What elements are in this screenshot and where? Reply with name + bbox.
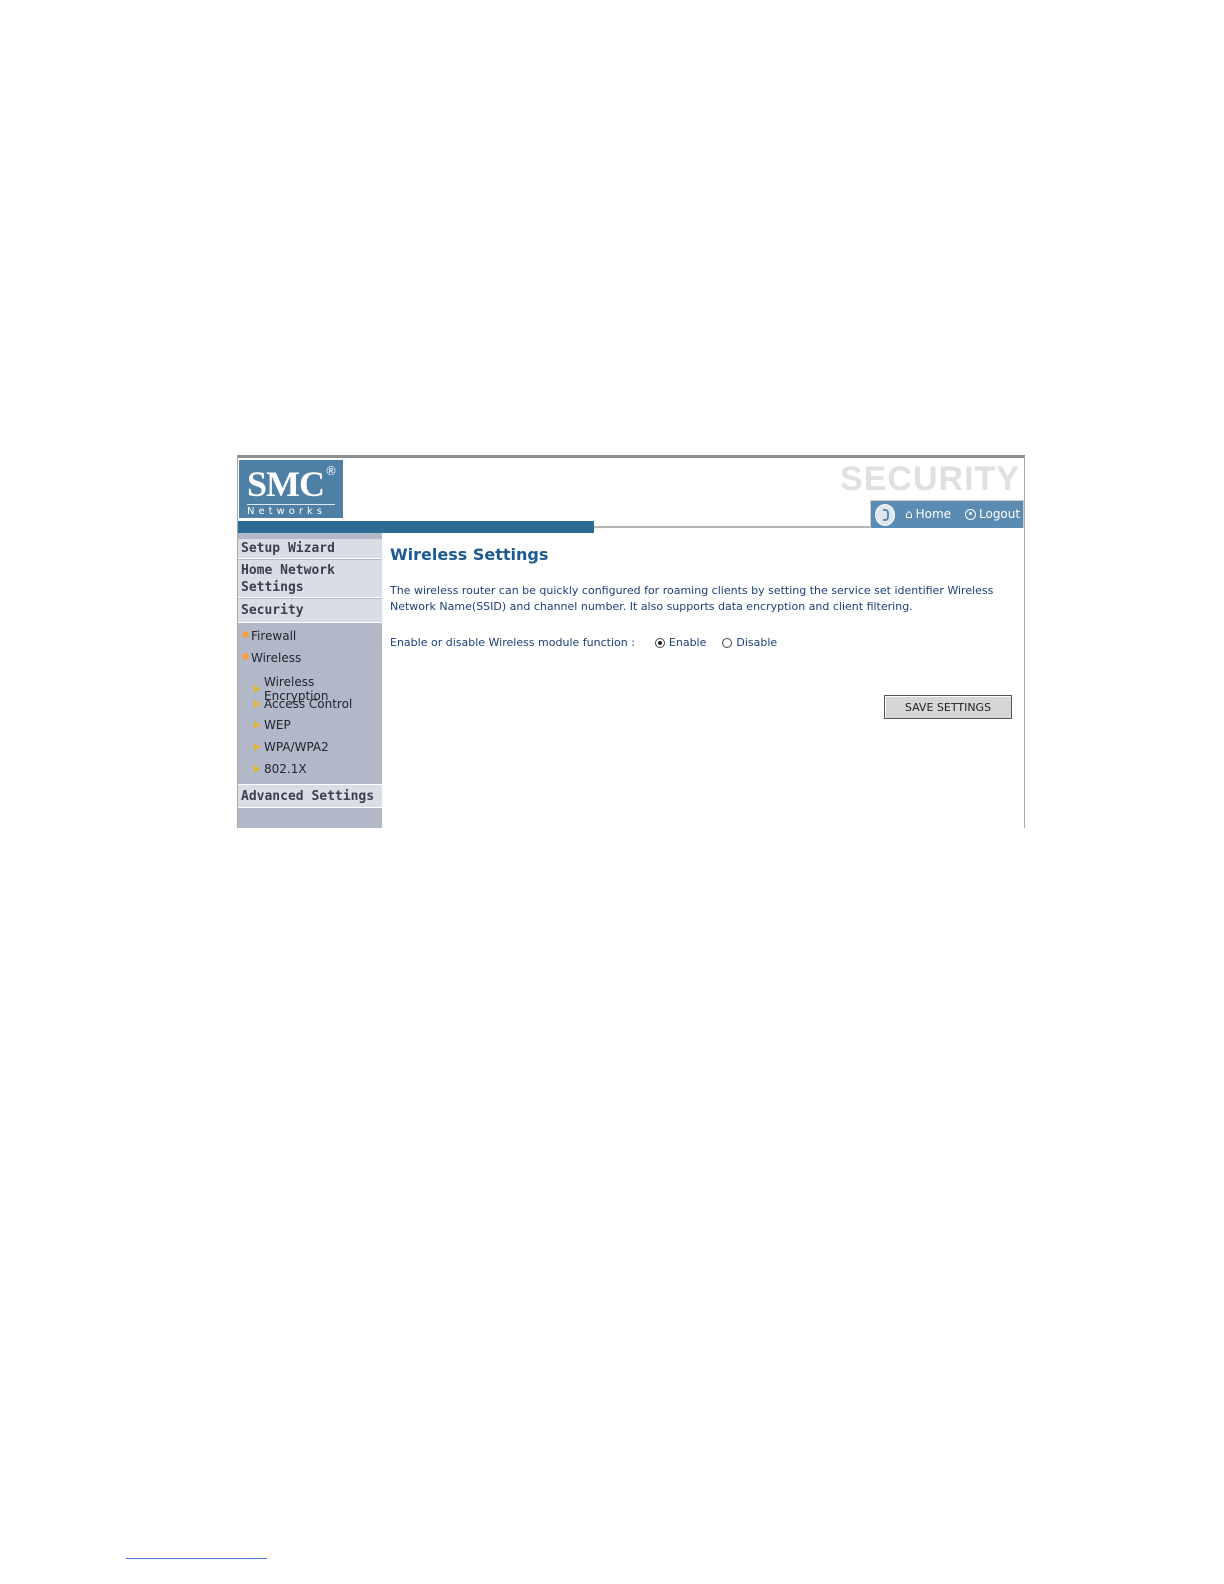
enable-radio-group[interactable]: Enable — [654, 636, 707, 649]
main-panel: Wireless Settings The wireless router ca… — [382, 533, 1024, 828]
arrow-right-icon — [254, 700, 260, 708]
arrow-right-icon — [254, 743, 260, 751]
home-link[interactable]: ⌂ Home — [905, 507, 951, 521]
arrow-right-icon — [254, 721, 260, 729]
sidebar-item-label: Firewall — [251, 629, 297, 643]
wireless-toggle-row: Enable or disable Wireless module functi… — [390, 636, 777, 649]
logout-icon — [965, 508, 976, 520]
sidebar-item-advanced-settings[interactable]: Advanced Settings — [238, 784, 382, 808]
sidebar: Setup Wizard Home Network Settings Secur… — [238, 533, 382, 828]
footnote-rule — [126, 1558, 267, 1559]
home-label: Home — [915, 507, 952, 521]
sidebar-item-label: 802.1X — [264, 762, 307, 776]
logo-text: SMC — [247, 464, 325, 504]
sidebar-item-access-control[interactable]: Access Control — [254, 697, 352, 711]
arrow-right-icon — [254, 685, 260, 693]
sidebar-item-label: Access Control — [264, 697, 353, 711]
router-window: SMC ® Networks SECURITY ⌂ Home Logout Se… — [237, 455, 1025, 828]
sidebar-item-security[interactable]: Security — [238, 599, 382, 623]
help-icon[interactable] — [875, 504, 895, 526]
header-divider — [594, 526, 870, 528]
header-accent-bar — [238, 521, 594, 533]
logout-label: Logout — [979, 507, 1021, 521]
logo-divider — [247, 504, 335, 505]
logout-link[interactable]: Logout — [965, 507, 1020, 521]
sidebar-item-8021x[interactable]: 802.1X — [254, 762, 307, 776]
logo-subtext: Networks — [247, 506, 326, 517]
sidebar-item-home-network[interactable]: Home Network Settings — [238, 560, 382, 598]
sidebar-item-firewall[interactable]: Firewall — [242, 629, 296, 643]
section-title: SECURITY — [840, 460, 1020, 498]
top-nav: ⌂ Home Logout — [870, 500, 1024, 528]
sidebar-item-wep[interactable]: WEP — [254, 718, 291, 732]
wireless-toggle-label: Enable or disable Wireless module functi… — [390, 636, 635, 649]
arrow-right-icon — [254, 765, 260, 773]
enable-label: Enable — [668, 636, 707, 649]
disable-label: Disable — [736, 636, 778, 649]
sidebar-item-setup-wizard[interactable]: Setup Wizard — [238, 539, 382, 559]
bullet-icon — [242, 630, 249, 638]
bullet-icon — [242, 652, 249, 660]
save-settings-button[interactable]: SAVE SETTINGS — [884, 695, 1012, 719]
disable-radio[interactable] — [722, 637, 733, 648]
page-title: Wireless Settings — [390, 545, 549, 564]
sidebar-item-label: Wireless — [251, 651, 302, 665]
logo-registered-mark: ® — [325, 464, 337, 478]
sidebar-item-wpa[interactable]: WPA/WPA2 — [254, 740, 329, 754]
disable-radio-group[interactable]: Disable — [722, 636, 777, 649]
page-description: The wireless router can be quickly confi… — [390, 584, 994, 613]
sidebar-item-wireless[interactable]: Wireless — [242, 651, 301, 665]
home-icon: ⌂ — [905, 507, 913, 521]
enable-radio[interactable] — [654, 637, 665, 648]
sidebar-item-label: WEP — [264, 718, 291, 732]
smc-logo: SMC ® Networks — [239, 460, 343, 518]
sidebar-item-label: WPA/WPA2 — [264, 740, 329, 754]
